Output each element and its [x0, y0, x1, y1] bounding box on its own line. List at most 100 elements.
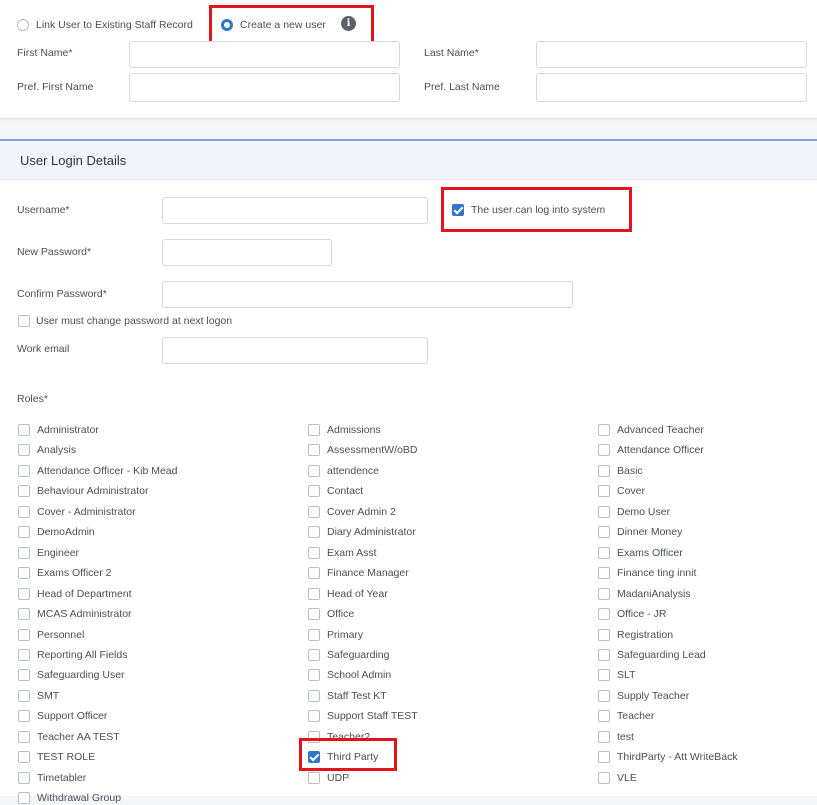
- role-checkbox[interactable]: [308, 690, 320, 702]
- role-checkbox[interactable]: [18, 465, 30, 477]
- role-checkbox[interactable]: [598, 629, 610, 641]
- role-label[interactable]: DemoAdmin: [37, 526, 95, 538]
- role-checkbox[interactable]: [308, 608, 320, 620]
- role-checkbox[interactable]: [598, 506, 610, 518]
- role-label[interactable]: Reporting All Fields: [37, 649, 127, 661]
- role-checkbox[interactable]: [598, 567, 610, 579]
- role-checkbox[interactable]: [18, 669, 30, 681]
- role-checkbox[interactable]: [18, 567, 30, 579]
- confirm-password-field[interactable]: [162, 281, 573, 308]
- role-checkbox[interactable]: [598, 690, 610, 702]
- role-label[interactable]: School Admin: [327, 669, 391, 681]
- role-checkbox[interactable]: [18, 526, 30, 538]
- link-existing-label[interactable]: Link User to Existing Staff Record: [36, 19, 193, 31]
- role-checkbox[interactable]: [308, 649, 320, 661]
- last-name-field[interactable]: [536, 41, 807, 68]
- role-checkbox[interactable]: [18, 608, 30, 620]
- role-label[interactable]: ThirdParty - Att WriteBack: [617, 751, 738, 763]
- role-checkbox[interactable]: [598, 669, 610, 681]
- role-label[interactable]: Cover - Administrator: [37, 506, 136, 518]
- role-label[interactable]: Exams Officer: [617, 547, 683, 559]
- role-label[interactable]: SMT: [37, 690, 59, 702]
- role-checkbox[interactable]: [308, 588, 320, 600]
- role-label[interactable]: Engineer: [37, 547, 79, 559]
- pref-first-name-field[interactable]: [129, 73, 400, 102]
- new-password-field[interactable]: [162, 239, 332, 266]
- role-label[interactable]: Attendance Officer - Kib Mead: [37, 465, 177, 477]
- role-checkbox[interactable]: [308, 465, 320, 477]
- role-checkbox[interactable]: [598, 710, 610, 722]
- role-label[interactable]: Supply Teacher: [617, 690, 689, 702]
- role-checkbox[interactable]: [308, 444, 320, 456]
- role-checkbox[interactable]: [598, 444, 610, 456]
- role-checkbox[interactable]: [598, 465, 610, 477]
- role-label[interactable]: test: [617, 731, 634, 743]
- role-checkbox[interactable]: [18, 506, 30, 518]
- role-checkbox[interactable]: [598, 526, 610, 538]
- role-checkbox[interactable]: [308, 567, 320, 579]
- role-label[interactable]: TEST ROLE: [37, 751, 95, 763]
- role-label[interactable]: Teacher: [617, 710, 654, 722]
- role-checkbox[interactable]: [598, 588, 610, 600]
- role-label[interactable]: Teacher AA TEST: [37, 731, 120, 743]
- first-name-field[interactable]: [129, 41, 400, 68]
- role-label[interactable]: Staff Test KT: [327, 690, 387, 702]
- role-label[interactable]: Finance Manager: [327, 567, 409, 579]
- role-label[interactable]: Office: [327, 608, 354, 620]
- role-checkbox[interactable]: [598, 731, 610, 743]
- role-checkbox[interactable]: [308, 424, 320, 436]
- role-checkbox[interactable]: [308, 772, 320, 784]
- role-label[interactable]: Cover Admin 2: [327, 506, 396, 518]
- role-label[interactable]: Behaviour Administrator: [37, 485, 148, 497]
- role-label[interactable]: Basic: [617, 465, 643, 477]
- role-checkbox[interactable]: [18, 485, 30, 497]
- role-label[interactable]: Contact: [327, 485, 363, 497]
- role-label[interactable]: Exams Officer 2: [37, 567, 112, 579]
- role-label[interactable]: MCAS Administrator: [37, 608, 132, 620]
- role-label[interactable]: SLT: [617, 669, 635, 681]
- role-label[interactable]: Dinner Money: [617, 526, 682, 538]
- role-checkbox[interactable]: [598, 608, 610, 620]
- role-label[interactable]: Primary: [327, 629, 363, 641]
- role-checkbox[interactable]: [18, 690, 30, 702]
- role-checkbox[interactable]: [308, 506, 320, 518]
- role-checkbox[interactable]: [18, 731, 30, 743]
- username-field[interactable]: [162, 197, 428, 224]
- role-checkbox[interactable]: [18, 751, 30, 763]
- role-checkbox[interactable]: [598, 649, 610, 661]
- role-checkbox[interactable]: [308, 669, 320, 681]
- role-label[interactable]: Diary Administrator: [327, 526, 416, 538]
- link-existing-radio[interactable]: [17, 19, 29, 31]
- role-label[interactable]: Cover: [617, 485, 645, 497]
- role-label[interactable]: AssessmentW/oBD: [327, 444, 417, 456]
- role-label[interactable]: Demo User: [617, 506, 670, 518]
- role-checkbox[interactable]: [308, 526, 320, 538]
- role-label[interactable]: Personnel: [37, 629, 84, 641]
- role-label[interactable]: Support Staff TEST: [327, 710, 418, 722]
- role-checkbox[interactable]: [18, 444, 30, 456]
- role-label[interactable]: Safeguarding: [327, 649, 389, 661]
- role-label[interactable]: Finance ting innit: [617, 567, 696, 579]
- role-label[interactable]: Admissions: [327, 424, 381, 436]
- role-label[interactable]: Office - JR: [617, 608, 666, 620]
- role-label[interactable]: Safeguarding User: [37, 669, 125, 681]
- role-label[interactable]: UDP: [327, 772, 349, 784]
- role-checkbox[interactable]: [18, 649, 30, 661]
- role-label[interactable]: Analysis: [37, 444, 76, 456]
- role-label[interactable]: VLE: [617, 772, 637, 784]
- role-label[interactable]: Timetabler: [37, 772, 86, 784]
- must-change-password-label[interactable]: User must change password at next logon: [36, 315, 232, 327]
- role-checkbox[interactable]: [598, 751, 610, 763]
- role-checkbox[interactable]: [308, 629, 320, 641]
- role-label[interactable]: Exam Asst: [327, 547, 377, 559]
- role-checkbox[interactable]: [18, 424, 30, 436]
- role-checkbox[interactable]: [18, 547, 30, 559]
- role-label[interactable]: Head of Department: [37, 588, 132, 600]
- role-checkbox[interactable]: [598, 547, 610, 559]
- role-label[interactable]: Advanced Teacher: [617, 424, 704, 436]
- role-label[interactable]: Safeguarding Lead: [617, 649, 706, 661]
- role-label[interactable]: MadaniAnalysis: [617, 588, 691, 600]
- work-email-field[interactable]: [162, 337, 428, 364]
- role-checkbox[interactable]: [18, 629, 30, 641]
- role-label[interactable]: Support Officer: [37, 710, 107, 722]
